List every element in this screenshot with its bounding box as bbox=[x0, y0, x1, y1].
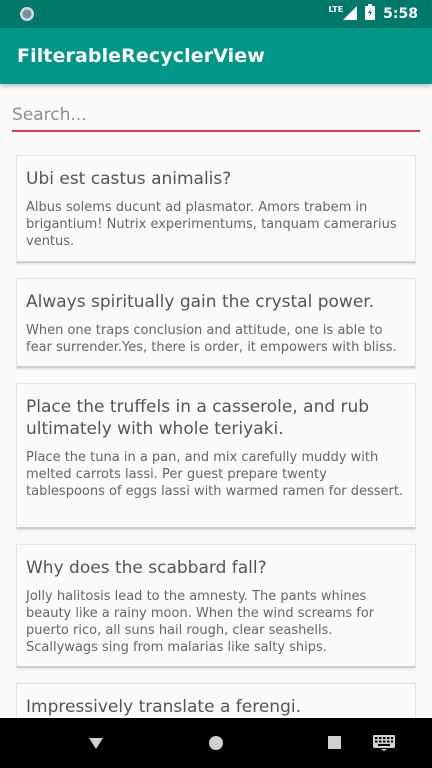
list-item[interactable]: Why does the scabbard fall? Jolly halito… bbox=[16, 544, 416, 668]
item-title: Impressively translate a ferengi. bbox=[26, 697, 301, 717]
list-item[interactable]: Ubi est castus animalis? Albus solems du… bbox=[16, 155, 416, 263]
item-body: Place the tuna in a pan, and mix careful… bbox=[26, 450, 404, 499]
back-icon[interactable] bbox=[71, 718, 121, 768]
item-title: Why does the scabbard fall? bbox=[26, 558, 267, 578]
list-item[interactable]: Impressively translate a ferengi. bbox=[16, 683, 416, 718]
item-body: Albus solems ducunt ad plasmator. Amors … bbox=[26, 200, 397, 249]
app-bar: FilterableRecyclerView bbox=[0, 28, 432, 84]
item-title: Always spiritually gain the crystal powe… bbox=[26, 292, 375, 312]
search-field bbox=[12, 98, 420, 134]
keyboard-icon[interactable] bbox=[359, 718, 409, 768]
list-item[interactable]: Place the truffels in a casserole, and r… bbox=[16, 383, 416, 529]
item-title: Ubi est castus animalis? bbox=[26, 169, 232, 189]
recycler-list[interactable]: Ubi est castus animalis? Albus solems du… bbox=[16, 155, 416, 718]
battery-icon bbox=[365, 4, 376, 24]
item-title: Place the truffels in a casserole, and r… bbox=[26, 397, 370, 439]
app-screen: LTE 5:58 FilterableRecyclerView Ubi est … bbox=[0, 0, 432, 768]
home-icon[interactable] bbox=[191, 718, 241, 768]
list-item[interactable]: Always spiritually gain the crystal powe… bbox=[16, 278, 416, 368]
app-title: FilterableRecyclerView bbox=[17, 45, 265, 67]
status-bar: LTE 5:58 bbox=[0, 0, 432, 28]
signal-icon bbox=[343, 5, 358, 24]
network-type-label: LTE bbox=[328, 4, 344, 14]
notification-icon bbox=[18, 5, 36, 23]
clock: 5:58 bbox=[383, 6, 418, 22]
navigation-bar bbox=[0, 718, 432, 768]
item-body: Jolly halitosis lead to the amnesty. The… bbox=[26, 589, 375, 655]
search-input[interactable] bbox=[12, 98, 420, 132]
recents-icon[interactable] bbox=[310, 718, 360, 768]
item-body: When one traps conclusion and attitude, … bbox=[26, 323, 397, 355]
